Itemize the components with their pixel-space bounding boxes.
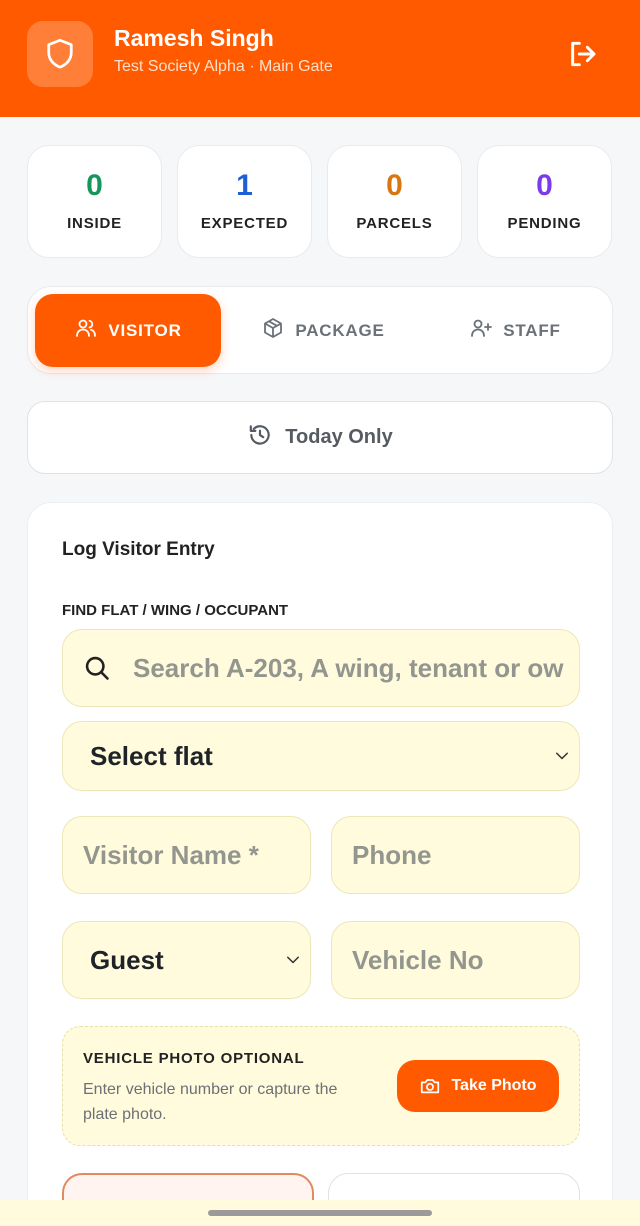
- visitor-entry-card: Log Visitor Entry FIND FLAT / WING / OCC…: [27, 502, 613, 1226]
- vehicle-number-placeholder: Vehicle No: [352, 944, 484, 975]
- search-input[interactable]: Search A-203, A wing, tenant or ow: [62, 629, 580, 707]
- chevron-down-icon: [284, 945, 302, 976]
- tab-staff-label: STAFF: [503, 320, 561, 340]
- camera-icon: [419, 1075, 441, 1097]
- stat-inside-value: 0: [86, 169, 103, 202]
- find-flat-label: FIND FLAT / WING / OCCUPANT: [62, 602, 289, 619]
- tab-package-label: PACKAGE: [295, 320, 385, 340]
- stat-inside[interactable]: 0 INSIDE: [27, 145, 162, 258]
- search-placeholder: Search A-203, A wing, tenant or ow: [133, 652, 564, 683]
- society-gate: Test Society Alpha · Main Gate: [114, 58, 333, 75]
- stat-pending-value: 0: [536, 169, 553, 202]
- vehicle-photo-title: VEHICLE PHOTO OPTIONAL: [83, 1050, 305, 1067]
- vehicle-photo-section: VEHICLE PHOTO OPTIONAL Enter vehicle num…: [62, 1026, 580, 1146]
- vehicle-number-field[interactable]: Vehicle No: [331, 921, 580, 999]
- visitor-name-placeholder: Visitor Name *: [83, 839, 259, 870]
- stat-pending-label: PENDING: [507, 215, 582, 232]
- flat-select-value: Select flat: [90, 740, 213, 771]
- stat-expected[interactable]: 1 EXPECTED: [177, 145, 312, 258]
- today-only-filter[interactable]: Today Only: [27, 401, 613, 474]
- tab-package[interactable]: PACKAGE: [228, 294, 418, 367]
- visitor-name-field[interactable]: Visitor Name *: [62, 816, 311, 894]
- shield-icon: [27, 21, 93, 87]
- tab-visitor[interactable]: VISITOR: [35, 294, 221, 367]
- stat-expected-label: EXPECTED: [200, 215, 289, 232]
- users-icon: [74, 316, 98, 345]
- tab-staff[interactable]: STAFF: [423, 294, 607, 367]
- chevron-down-icon: [553, 741, 571, 772]
- app-header: Ramesh Singh Test Society Alpha · Main G…: [0, 0, 640, 117]
- stat-parcels-label: PARCELS: [356, 215, 433, 232]
- visitor-type-select[interactable]: Guest: [62, 921, 311, 999]
- logout-icon[interactable]: [562, 34, 602, 74]
- user-name: Ramesh Singh: [114, 25, 274, 51]
- history-icon: [247, 422, 273, 454]
- phone-field[interactable]: Phone: [331, 816, 580, 894]
- phone-placeholder: Phone: [352, 839, 432, 870]
- search-icon: [83, 654, 111, 682]
- tab-visitor-label: VISITOR: [108, 320, 182, 340]
- form-title: Log Visitor Entry: [62, 539, 215, 560]
- take-photo-label: Take Photo: [451, 1077, 537, 1094]
- stat-parcels[interactable]: 0 PARCELS: [327, 145, 462, 258]
- stat-expected-value: 1: [236, 169, 253, 202]
- visitor-type-value: Guest: [90, 944, 164, 975]
- user-plus-icon: [469, 316, 493, 345]
- stat-parcels-value: 0: [386, 169, 403, 202]
- package-icon: [261, 316, 285, 345]
- stat-inside-label: INSIDE: [67, 215, 122, 232]
- flat-select[interactable]: Select flat: [62, 721, 580, 791]
- take-photo-button[interactable]: Take Photo: [397, 1060, 559, 1112]
- home-indicator[interactable]: [208, 1210, 432, 1216]
- vehicle-photo-description: Enter vehicle number or capture the plat…: [83, 1081, 338, 1123]
- stat-pending[interactable]: 0 PENDING: [477, 145, 612, 258]
- today-only-label: Today Only: [285, 426, 393, 448]
- entry-type-tabs: VISITOR PACKAGE STAFF: [27, 286, 613, 374]
